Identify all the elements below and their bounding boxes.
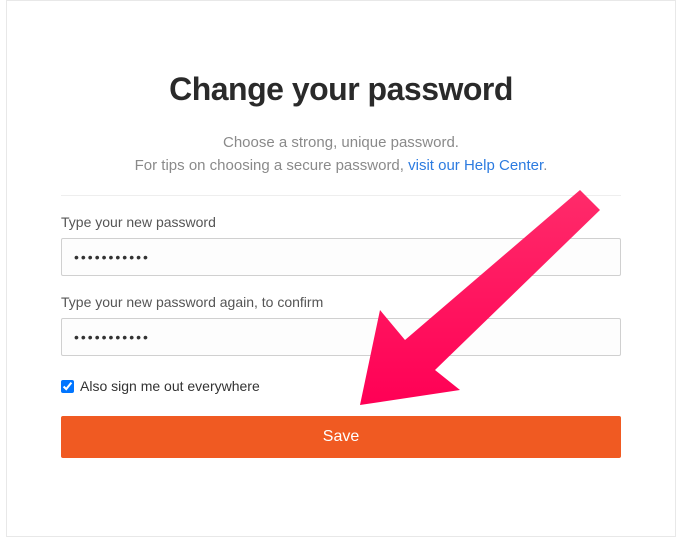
confirm-password-input[interactable]	[61, 318, 621, 356]
signout-everywhere-label: Also sign me out everywhere	[80, 378, 260, 394]
save-button[interactable]: Save	[61, 416, 621, 458]
subtitle-line1: Choose a strong, unique password.	[223, 134, 459, 151]
subtitle-line2-suffix: .	[543, 157, 547, 174]
divider	[61, 195, 621, 196]
new-password-label: Type your new password	[61, 214, 621, 230]
form-card: Change your password Choose a strong, un…	[6, 0, 676, 537]
subtitle-line2-prefix: For tips on choosing a secure password,	[135, 157, 408, 174]
page-title: Change your password	[61, 71, 621, 108]
new-password-input[interactable]	[61, 238, 621, 276]
confirm-password-label: Type your new password again, to confirm	[61, 294, 621, 310]
subtitle: Choose a strong, unique password. For ti…	[61, 132, 621, 177]
signout-everywhere-checkbox[interactable]	[61, 380, 74, 393]
help-center-link[interactable]: visit our Help Center	[408, 157, 543, 174]
